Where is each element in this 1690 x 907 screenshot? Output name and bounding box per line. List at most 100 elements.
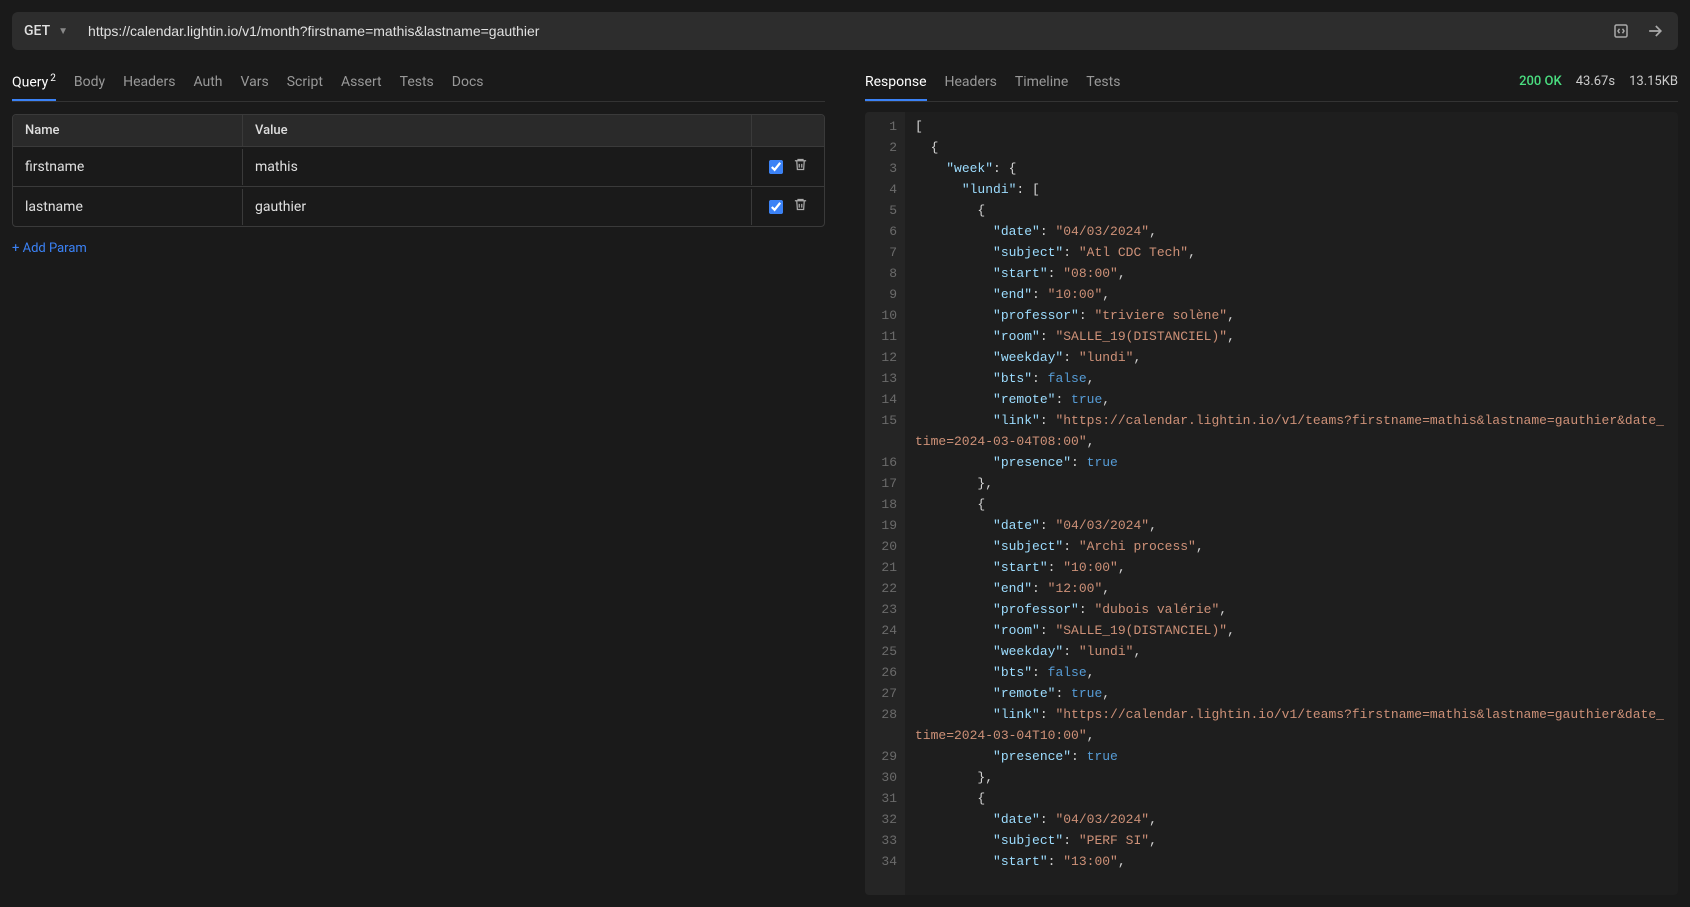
param-enabled-checkbox[interactable] — [769, 160, 783, 174]
code-line: "start": "08:00", — [915, 263, 1668, 284]
code-line: "professor": "dubois valérie", — [915, 599, 1668, 620]
gutter-line-number: 5 — [877, 200, 897, 221]
code-line: "date": "04/03/2024", — [915, 809, 1668, 830]
response-panel: ResponseHeadersTimelineTests 200 OK 43.6… — [845, 62, 1678, 895]
http-method-label: GET — [24, 23, 50, 39]
tab-docs[interactable]: Docs — [452, 64, 484, 100]
gutter-line-number: 2 — [877, 137, 897, 158]
gutter-line-number: 20 — [877, 536, 897, 557]
tab-timeline[interactable]: Timeline — [1015, 64, 1068, 100]
code-line: "room": "SALLE_19(DISTANCIEL)", — [915, 620, 1668, 641]
gutter-line-number: 31 — [877, 788, 897, 809]
code-line: }, — [915, 473, 1668, 494]
gutter-line-number: 13 — [877, 368, 897, 389]
gutter-line-number: 9 — [877, 284, 897, 305]
code-line: { — [915, 494, 1668, 515]
code-line: "lundi": [ — [915, 179, 1668, 200]
code-line: "subject": "PERF SI", — [915, 830, 1668, 851]
param-enabled-checkbox[interactable] — [769, 200, 783, 214]
param-value[interactable]: mathis — [243, 149, 752, 185]
code-line: "link": "https://calendar.lightin.io/v1/… — [915, 410, 1668, 452]
tab-body[interactable]: Body — [74, 64, 105, 100]
code-line: "subject": "Atl CDC Tech", — [915, 242, 1668, 263]
gutter-line-number: 28 — [877, 704, 897, 746]
tab-vars[interactable]: Vars — [241, 64, 269, 100]
request-tabs: Query2 Body Headers Auth Vars Script Assert Tes… — [12, 62, 825, 102]
gutter-line-number: 29 — [877, 746, 897, 767]
chevron-down-icon: ▼ — [58, 26, 68, 37]
gutter-line-number: 3 — [877, 158, 897, 179]
trash-icon[interactable] — [793, 157, 808, 176]
tab-auth[interactable]: Auth — [193, 64, 222, 100]
gutter-line-number: 25 — [877, 641, 897, 662]
gutter-line-number: 26 — [877, 662, 897, 683]
gutter-line-number: 34 — [877, 851, 897, 872]
gutter-line-number: 16 — [877, 452, 897, 473]
gutter-line-number: 4 — [877, 179, 897, 200]
response-body[interactable]: 1234567891011121314151617181920212223242… — [865, 112, 1678, 895]
code-line: "week": { — [915, 158, 1668, 179]
tab-query[interactable]: Query2 — [12, 63, 56, 101]
gutter-line-number: 27 — [877, 683, 897, 704]
gutter-line-number: 8 — [877, 263, 897, 284]
code-line: "start": "13:00", — [915, 851, 1668, 872]
gutter-line-number: 24 — [877, 620, 897, 641]
code-line: "room": "SALLE_19(DISTANCIEL)", — [915, 326, 1668, 347]
http-method-selector[interactable]: GET ▼ — [24, 23, 76, 39]
param-name[interactable]: lastname — [13, 189, 243, 225]
code-line: "subject": "Archi process", — [915, 536, 1668, 557]
url-bar: GET ▼ — [12, 12, 1678, 50]
tab-response[interactable]: Response — [865, 64, 927, 100]
tab-badge: 2 — [50, 73, 56, 84]
response-time: 43.67s — [1576, 74, 1615, 89]
send-request-icon[interactable] — [1644, 20, 1666, 42]
code-line: "professor": "triviere solène", — [915, 305, 1668, 326]
gutter-line-number: 32 — [877, 809, 897, 830]
code-line: "remote": true, — [915, 389, 1668, 410]
request-panel: Query2 Body Headers Auth Vars Script Assert Tes… — [12, 62, 845, 895]
code-line: "link": "https://calendar.lightin.io/v1/… — [915, 704, 1668, 746]
trash-icon[interactable] — [793, 197, 808, 216]
code-line: "weekday": "lundi", — [915, 641, 1668, 662]
tab-tests[interactable]: Tests — [1086, 64, 1120, 100]
param-value[interactable]: gauthier — [243, 189, 752, 225]
gutter-line-number: 12 — [877, 347, 897, 368]
code-line: "date": "04/03/2024", — [915, 515, 1668, 536]
tab-script[interactable]: Script — [287, 64, 323, 100]
code-line: "end": "10:00", — [915, 284, 1668, 305]
param-name[interactable]: firstname — [13, 149, 243, 185]
code-line: }, — [915, 767, 1668, 788]
tab-headers[interactable]: Headers — [123, 64, 175, 100]
gutter-line-number: 17 — [877, 473, 897, 494]
response-size: 13.15KB — [1629, 74, 1678, 89]
gutter-line-number: 14 — [877, 389, 897, 410]
gutter-line-number: 22 — [877, 578, 897, 599]
code-line: "end": "12:00", — [915, 578, 1668, 599]
gutter-line-number: 21 — [877, 557, 897, 578]
response-tabs: Response Headers Timeline Tests — [865, 64, 1120, 100]
code-line: "bts": false, — [915, 368, 1668, 389]
tab-tests[interactable]: Tests — [400, 64, 434, 100]
params-header-value: Value — [243, 115, 752, 146]
gutter-line-number: 7 — [877, 242, 897, 263]
code-line: "bts": false, — [915, 662, 1668, 683]
gutter-line-number: 23 — [877, 599, 897, 620]
add-param-button[interactable]: + Add Param — [12, 241, 825, 256]
gutter-line-number: 11 — [877, 326, 897, 347]
gutter-line-number: 15 — [877, 410, 897, 452]
gutter-line-number: 6 — [877, 221, 897, 242]
tab-headers[interactable]: Headers — [945, 64, 997, 100]
code-line: "remote": true, — [915, 683, 1668, 704]
tab-assert[interactable]: Assert — [341, 64, 382, 100]
code-line: [ — [915, 116, 1668, 137]
code-line: { — [915, 788, 1668, 809]
code-line: { — [915, 200, 1668, 221]
url-input[interactable] — [88, 23, 1598, 39]
code-line: "presence": true — [915, 746, 1668, 767]
query-params-table: Name Value firstnamemathislastnamegauthi… — [12, 114, 825, 227]
gutter-line-number: 18 — [877, 494, 897, 515]
code-line: "date": "04/03/2024", — [915, 221, 1668, 242]
gutter-line-number: 1 — [877, 116, 897, 137]
gutter-line-number: 33 — [877, 830, 897, 851]
code-generate-icon[interactable] — [1610, 20, 1632, 42]
